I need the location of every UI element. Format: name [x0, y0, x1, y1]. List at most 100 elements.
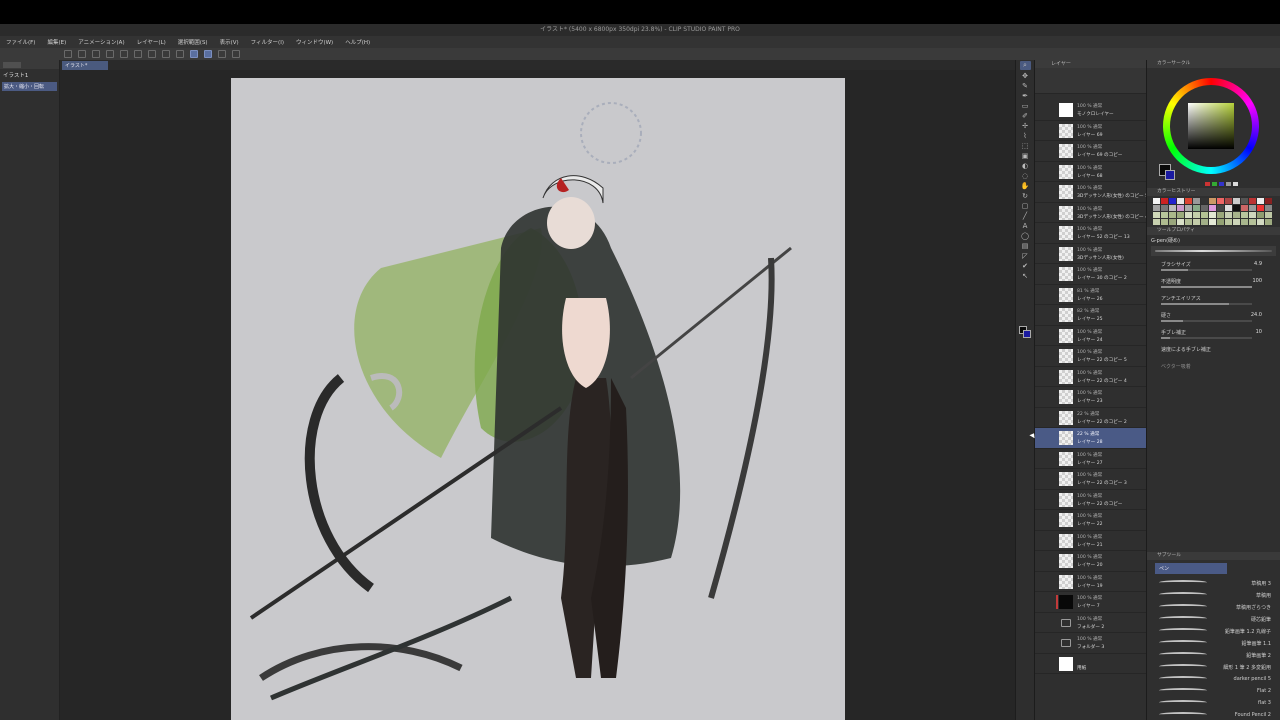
history-swatch[interactable]	[1177, 205, 1184, 211]
navigator-tab[interactable]	[3, 61, 21, 68]
layer-row[interactable]: 100 % 通常 レイヤー 19	[1035, 572, 1147, 592]
blend-icon[interactable]: ⌇	[1020, 131, 1031, 140]
balloon-icon[interactable]: ◯	[1020, 231, 1031, 240]
airbrush-icon[interactable]: ✢	[1020, 121, 1031, 130]
history-swatch[interactable]	[1265, 212, 1272, 218]
history-swatch[interactable]	[1177, 219, 1184, 225]
history-swatch[interactable]	[1161, 219, 1168, 225]
visibility-icon[interactable]	[1038, 311, 1044, 317]
layer-row[interactable]: 100 % 通常 レイヤー 30 のコピー 2	[1035, 264, 1147, 285]
history-swatch[interactable]	[1193, 198, 1200, 204]
layer-row[interactable]: 100 % 通常 レイヤー 69 のコピー	[1035, 141, 1147, 162]
visibility-icon[interactable]	[1038, 496, 1044, 502]
history-swatch[interactable]	[1193, 212, 1200, 218]
history-swatch[interactable]	[1169, 205, 1176, 211]
eraser-icon[interactable]: ▭	[1020, 101, 1031, 110]
history-swatch[interactable]	[1265, 205, 1272, 211]
history-swatch[interactable]	[1177, 198, 1184, 204]
zoom-icon[interactable]: ⌕	[1019, 61, 1031, 70]
history-swatch[interactable]	[1169, 219, 1176, 225]
layer-row[interactable]: 100 % 通常 レイヤー 21	[1035, 531, 1147, 551]
visibility-icon[interactable]	[1038, 434, 1044, 440]
history-swatch[interactable]	[1185, 198, 1192, 204]
visibility-icon[interactable]	[1038, 414, 1044, 420]
document-tab[interactable]: イラスト*	[62, 61, 108, 70]
layer-row[interactable]: 100 % 通常 レイヤー 22 のコピー 3	[1035, 469, 1147, 490]
layer-row[interactable]: 100 % 通常 レイヤー 22 のコピー 4	[1035, 367, 1147, 387]
layer-row[interactable]: 100 % 通常 レイヤー 22	[1035, 510, 1147, 531]
history-swatch[interactable]	[1169, 198, 1176, 204]
hand-icon[interactable]: ✋	[1020, 181, 1031, 190]
history-swatch[interactable]	[1201, 198, 1208, 204]
layer-row[interactable]: 100 % 通常 レイヤー 69	[1035, 121, 1147, 141]
stabilization-speed-checkbox[interactable]: 速度による手ブレ補正	[1151, 345, 1276, 362]
visibility-icon[interactable]	[1038, 598, 1044, 604]
saturation-value-square[interactable]	[1188, 103, 1234, 149]
brush-item[interactable]: 細形 1 筆 2 多変鉛用	[1147, 661, 1280, 673]
property-slider[interactable]	[1161, 337, 1252, 339]
frame-icon[interactable]: ▤	[1020, 241, 1031, 250]
vector-snap-row[interactable]: ベクター吸着	[1151, 362, 1276, 379]
property-row[interactable]: 硬さ 24.0	[1151, 311, 1276, 328]
history-swatch[interactable]	[1193, 219, 1200, 225]
visibility-icon[interactable]	[1038, 168, 1044, 174]
transform-icon[interactable]	[162, 50, 170, 58]
history-swatch[interactable]	[1185, 205, 1192, 211]
history-swatch[interactable]	[1193, 205, 1200, 211]
layer-panel-toolbar[interactable]	[1035, 68, 1146, 94]
layer-row[interactable]: 100 % 通常 フォルダー 2	[1035, 613, 1147, 633]
menu-item[interactable]: 表示(V)	[220, 38, 239, 46]
property-slider[interactable]	[1161, 269, 1252, 271]
visibility-icon[interactable]	[1038, 270, 1044, 276]
menu-item[interactable]: 編集(E)	[47, 38, 66, 46]
history-swatch[interactable]	[1257, 198, 1264, 204]
visibility-icon[interactable]	[1038, 127, 1044, 133]
layer-row[interactable]: 100 % 通常 レイヤー 7	[1035, 592, 1147, 613]
visibility-icon[interactable]	[1038, 537, 1044, 543]
layer-row[interactable]: 81 % 通常 レイヤー 26	[1035, 285, 1147, 305]
property-value[interactable]: 100	[1252, 278, 1262, 284]
history-swatch[interactable]	[1233, 219, 1240, 225]
visibility-icon[interactable]	[1038, 455, 1044, 461]
layer-row[interactable]: 100 % 通常 モノクロレイヤー	[1035, 100, 1147, 121]
visibility-icon[interactable]	[1038, 352, 1044, 358]
visibility-icon[interactable]	[1038, 147, 1044, 153]
visibility-icon[interactable]	[1038, 229, 1044, 235]
history-swatch[interactable]	[1241, 205, 1248, 211]
ruler-icon[interactable]: ◸	[1020, 251, 1031, 260]
undo-icon[interactable]	[106, 50, 114, 58]
history-swatch[interactable]	[1249, 212, 1256, 218]
history-swatch[interactable]	[1225, 198, 1232, 204]
line-icon[interactable]: ╱	[1020, 211, 1031, 220]
brush-item[interactable]: 草稿用ざらつき	[1147, 601, 1280, 613]
settings-icon[interactable]	[232, 50, 240, 58]
history-swatch[interactable]	[1241, 198, 1248, 204]
menu-item[interactable]: 選択範囲(S)	[178, 38, 208, 46]
new-icon[interactable]	[64, 50, 72, 58]
snap-shape-icon[interactable]	[218, 50, 226, 58]
layer-row[interactable]: 100 % 通常 レイヤー 24	[1035, 326, 1147, 346]
clear-icon[interactable]	[134, 50, 142, 58]
brush-item[interactable]: 草稿用 3	[1147, 577, 1280, 589]
sub-color-swatch[interactable]	[1023, 330, 1031, 338]
history-swatch[interactable]	[1161, 212, 1168, 218]
eyedropper-icon[interactable]: ✎	[1020, 81, 1031, 90]
history-swatch[interactable]	[1209, 212, 1216, 218]
visibility-icon[interactable]	[1038, 557, 1044, 563]
property-value[interactable]: 4.9	[1254, 261, 1262, 267]
visibility-icon[interactable]	[1038, 291, 1044, 297]
snap-ruler-icon[interactable]	[190, 50, 198, 58]
property-value[interactable]: 10	[1256, 329, 1262, 335]
brush-icon[interactable]: ✐	[1020, 111, 1031, 120]
canvas-area[interactable]	[60, 70, 1015, 720]
visibility-icon[interactable]	[1038, 373, 1044, 379]
history-swatch[interactable]	[1217, 212, 1224, 218]
history-swatch[interactable]	[1153, 198, 1160, 204]
property-row[interactable]: ブラシサイズ 4.9	[1151, 260, 1276, 277]
menu-item[interactable]: フィルター(I)	[251, 38, 284, 46]
select-icon[interactable]: ⬚	[1020, 141, 1031, 150]
history-swatch[interactable]	[1185, 219, 1192, 225]
menu-item[interactable]: ファイル(F)	[6, 38, 35, 46]
text-icon[interactable]: A	[1020, 221, 1031, 230]
history-swatch[interactable]	[1153, 219, 1160, 225]
